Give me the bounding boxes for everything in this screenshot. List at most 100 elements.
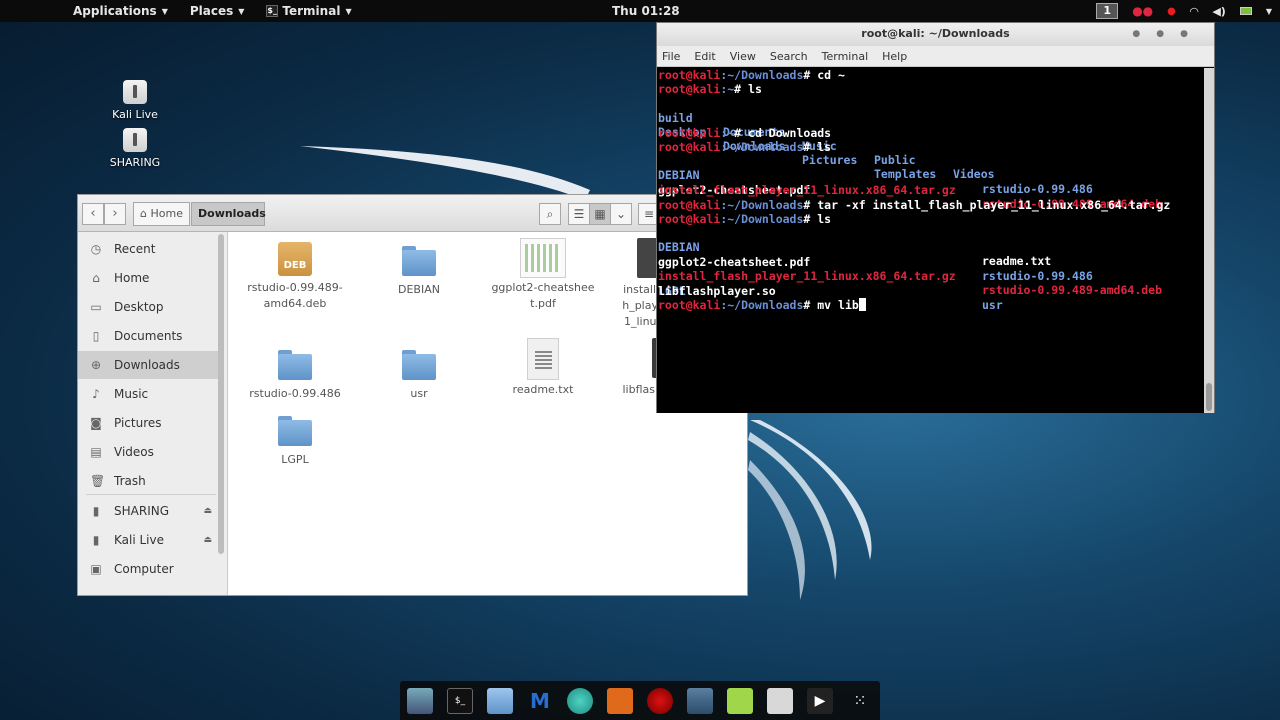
clock-icon: ◷ xyxy=(90,242,102,256)
terminal-line: root@kali:~/Downloads# ls xyxy=(658,212,832,226)
terminal-icon[interactable]: $_ xyxy=(447,688,473,714)
menu-view[interactable]: View xyxy=(730,50,756,63)
terminal-line: DEBIAN readme.txt xyxy=(658,240,1052,269)
file-item[interactable]: ggplot2-cheatsheet.pdf xyxy=(481,238,605,312)
terminal-line: build Documents Music Public Videos xyxy=(658,110,995,181)
close-icon[interactable]: ● xyxy=(1180,29,1204,39)
sidebar-item-trash[interactable]: 🗑︎ Trash xyxy=(78,467,218,495)
sidebar-item-kali-live[interactable]: ▮ Kali Live ⏏ xyxy=(78,526,218,554)
menu-file[interactable]: File xyxy=(662,50,680,63)
music-icon: ♪ xyxy=(92,387,100,401)
terminal-output[interactable]: root@kali:~/Downloads# cd ~ root@kali:~#… xyxy=(657,68,1205,413)
package-icon: DEB xyxy=(278,242,312,276)
armitage-icon[interactable] xyxy=(567,688,593,714)
battery-icon[interactable] xyxy=(1239,7,1252,15)
places-menu[interactable]: Places ▼ xyxy=(180,0,255,22)
grid-view-button[interactable]: ▦ xyxy=(589,203,611,225)
maximize-icon[interactable]: ● xyxy=(1156,29,1180,39)
burpsuite-icon[interactable] xyxy=(607,688,633,714)
leafpad-icon[interactable] xyxy=(727,688,753,714)
maltego-icon[interactable] xyxy=(687,688,713,714)
file-item[interactable]: DEBIAN xyxy=(357,246,481,298)
sidebar-item-videos[interactable]: ▤ Videos xyxy=(78,438,218,466)
file-item[interactable]: rstudio-0.99.486 xyxy=(233,350,357,402)
grid-icon: ▦ xyxy=(594,207,606,221)
chevron-down-icon: ⌄ xyxy=(615,207,627,221)
desktop-icon-label: SHARING xyxy=(109,156,161,169)
sidebar-item-label: Recent xyxy=(114,242,156,256)
people-icon[interactable]: ●● xyxy=(1132,4,1153,18)
dash-dock: $_ M ▶ ⁙ xyxy=(400,681,880,720)
breadcrumb-home[interactable]: ⌂ Home xyxy=(133,202,190,226)
volume-icon[interactable]: ◀) xyxy=(1212,5,1226,18)
search-button[interactable]: ⌕ xyxy=(539,203,561,225)
breadcrumb-home-label: Home xyxy=(150,207,183,220)
terminal-app-menu[interactable]: $_ Terminal ▼ xyxy=(256,0,361,22)
clock[interactable]: Thu 01:28 xyxy=(612,4,680,18)
sidebar-item-recent[interactable]: ◷ Recent xyxy=(78,235,218,263)
sidebar-item-sharing[interactable]: ▮ SHARING ⏏ xyxy=(78,497,218,525)
terminal-titlebar[interactable]: root@kali: ~/Downloads ●●● xyxy=(657,23,1214,46)
text-file-icon xyxy=(527,338,559,380)
menu-edit[interactable]: Edit xyxy=(694,50,715,63)
forward-button[interactable]: › xyxy=(104,203,126,225)
eject-icon[interactable]: ⏏ xyxy=(203,535,212,545)
sidebar-item-music[interactable]: ♪ Music xyxy=(78,380,218,408)
view-options-button[interactable]: ⌄ xyxy=(610,203,632,225)
wifi-icon[interactable]: ◠ xyxy=(1190,5,1198,18)
power-menu-icon[interactable]: ▼ xyxy=(1266,7,1272,16)
file-item[interactable]: readme.txt xyxy=(481,338,605,398)
file-name: readme.txt xyxy=(512,383,574,396)
record-icon[interactable]: ● xyxy=(1167,6,1176,17)
sidebar-item-label: Computer xyxy=(114,562,174,576)
file-name: ggplot2-cheatsheet.pdf xyxy=(491,281,595,310)
sidebar-item-home[interactable]: ⌂ Home xyxy=(78,264,218,292)
sidebar-item-label: Documents xyxy=(114,329,183,343)
workspace-indicator[interactable]: 1 xyxy=(1096,3,1119,19)
sidebar-item-downloads[interactable]: ⊕ Downloads xyxy=(78,351,218,379)
desktop-icon-sharing[interactable]: SHARING xyxy=(90,128,180,169)
faraday-icon[interactable] xyxy=(647,688,673,714)
download-icon: ⊕ xyxy=(90,358,102,372)
finder-icon[interactable] xyxy=(407,688,433,714)
screenshot-icon[interactable] xyxy=(767,688,793,714)
eject-icon[interactable]: ⏏ xyxy=(203,506,212,516)
breadcrumb-downloads[interactable]: Downloads xyxy=(191,202,266,226)
metasploit-icon[interactable]: M xyxy=(527,688,553,714)
terminal-line: ggplot2-cheatsheet.pdf rstudio-0.99.486 xyxy=(658,254,1093,283)
files-icon[interactable] xyxy=(487,688,513,714)
menu-search[interactable]: Search xyxy=(770,50,808,63)
terminal-small-icon: $_ xyxy=(266,5,279,17)
minimize-icon[interactable]: ● xyxy=(1132,29,1156,39)
menu-help[interactable]: Help xyxy=(882,50,907,63)
desktop-icon-kali-live[interactable]: Kali Live xyxy=(90,80,180,121)
chevron-down-icon: ▼ xyxy=(161,6,168,16)
terminal-line: root@kali:~/Downloads# mv lib xyxy=(658,298,866,312)
back-button[interactable]: ‹ xyxy=(82,203,104,225)
file-item[interactable]: usr xyxy=(357,350,481,402)
app-grid-icon[interactable]: ⁙ xyxy=(847,688,873,714)
terminal-line: LGPL usr xyxy=(658,283,1003,312)
sidebar-item-label: Videos xyxy=(114,445,154,459)
file-item[interactable]: DEB rstudio-0.99.489-amd64.deb xyxy=(233,242,357,312)
sidebar-scrollbar[interactable] xyxy=(218,234,224,554)
terminal-line: root@kali:~/Downloads# cd ~ xyxy=(658,68,845,82)
applications-menu[interactable]: Applications ▼ xyxy=(63,0,178,22)
list-view-button[interactable]: ☰ xyxy=(568,203,590,225)
file-name: usr xyxy=(410,387,428,400)
file-item[interactable]: LGPL xyxy=(233,416,357,468)
sidebar-item-pictures[interactable]: ◙ Pictures xyxy=(78,409,218,437)
computer-icon: ▣ xyxy=(90,562,102,576)
sidebar-item-desktop[interactable]: ▭ Desktop xyxy=(78,293,218,321)
sidebar-item-computer[interactable]: ▣ Computer xyxy=(78,555,218,583)
file-name: LGPL xyxy=(281,453,309,466)
top-panel: Applications ▼ Places ▼ $_ Terminal ▼ Th… xyxy=(0,0,1280,22)
menu-terminal[interactable]: Terminal xyxy=(822,50,869,63)
terminal-scrollbar[interactable] xyxy=(1204,68,1214,413)
chevron-down-icon: ▼ xyxy=(238,6,245,16)
media-player-icon[interactable]: ▶ xyxy=(807,688,833,714)
home-icon: ⌂ xyxy=(92,271,100,285)
terminal-line: root@kali:~/Downloads# tar -xf install_f… xyxy=(658,197,1171,212)
folder-icon xyxy=(278,416,312,446)
sidebar-item-documents[interactable]: ▯ Documents xyxy=(78,322,218,350)
